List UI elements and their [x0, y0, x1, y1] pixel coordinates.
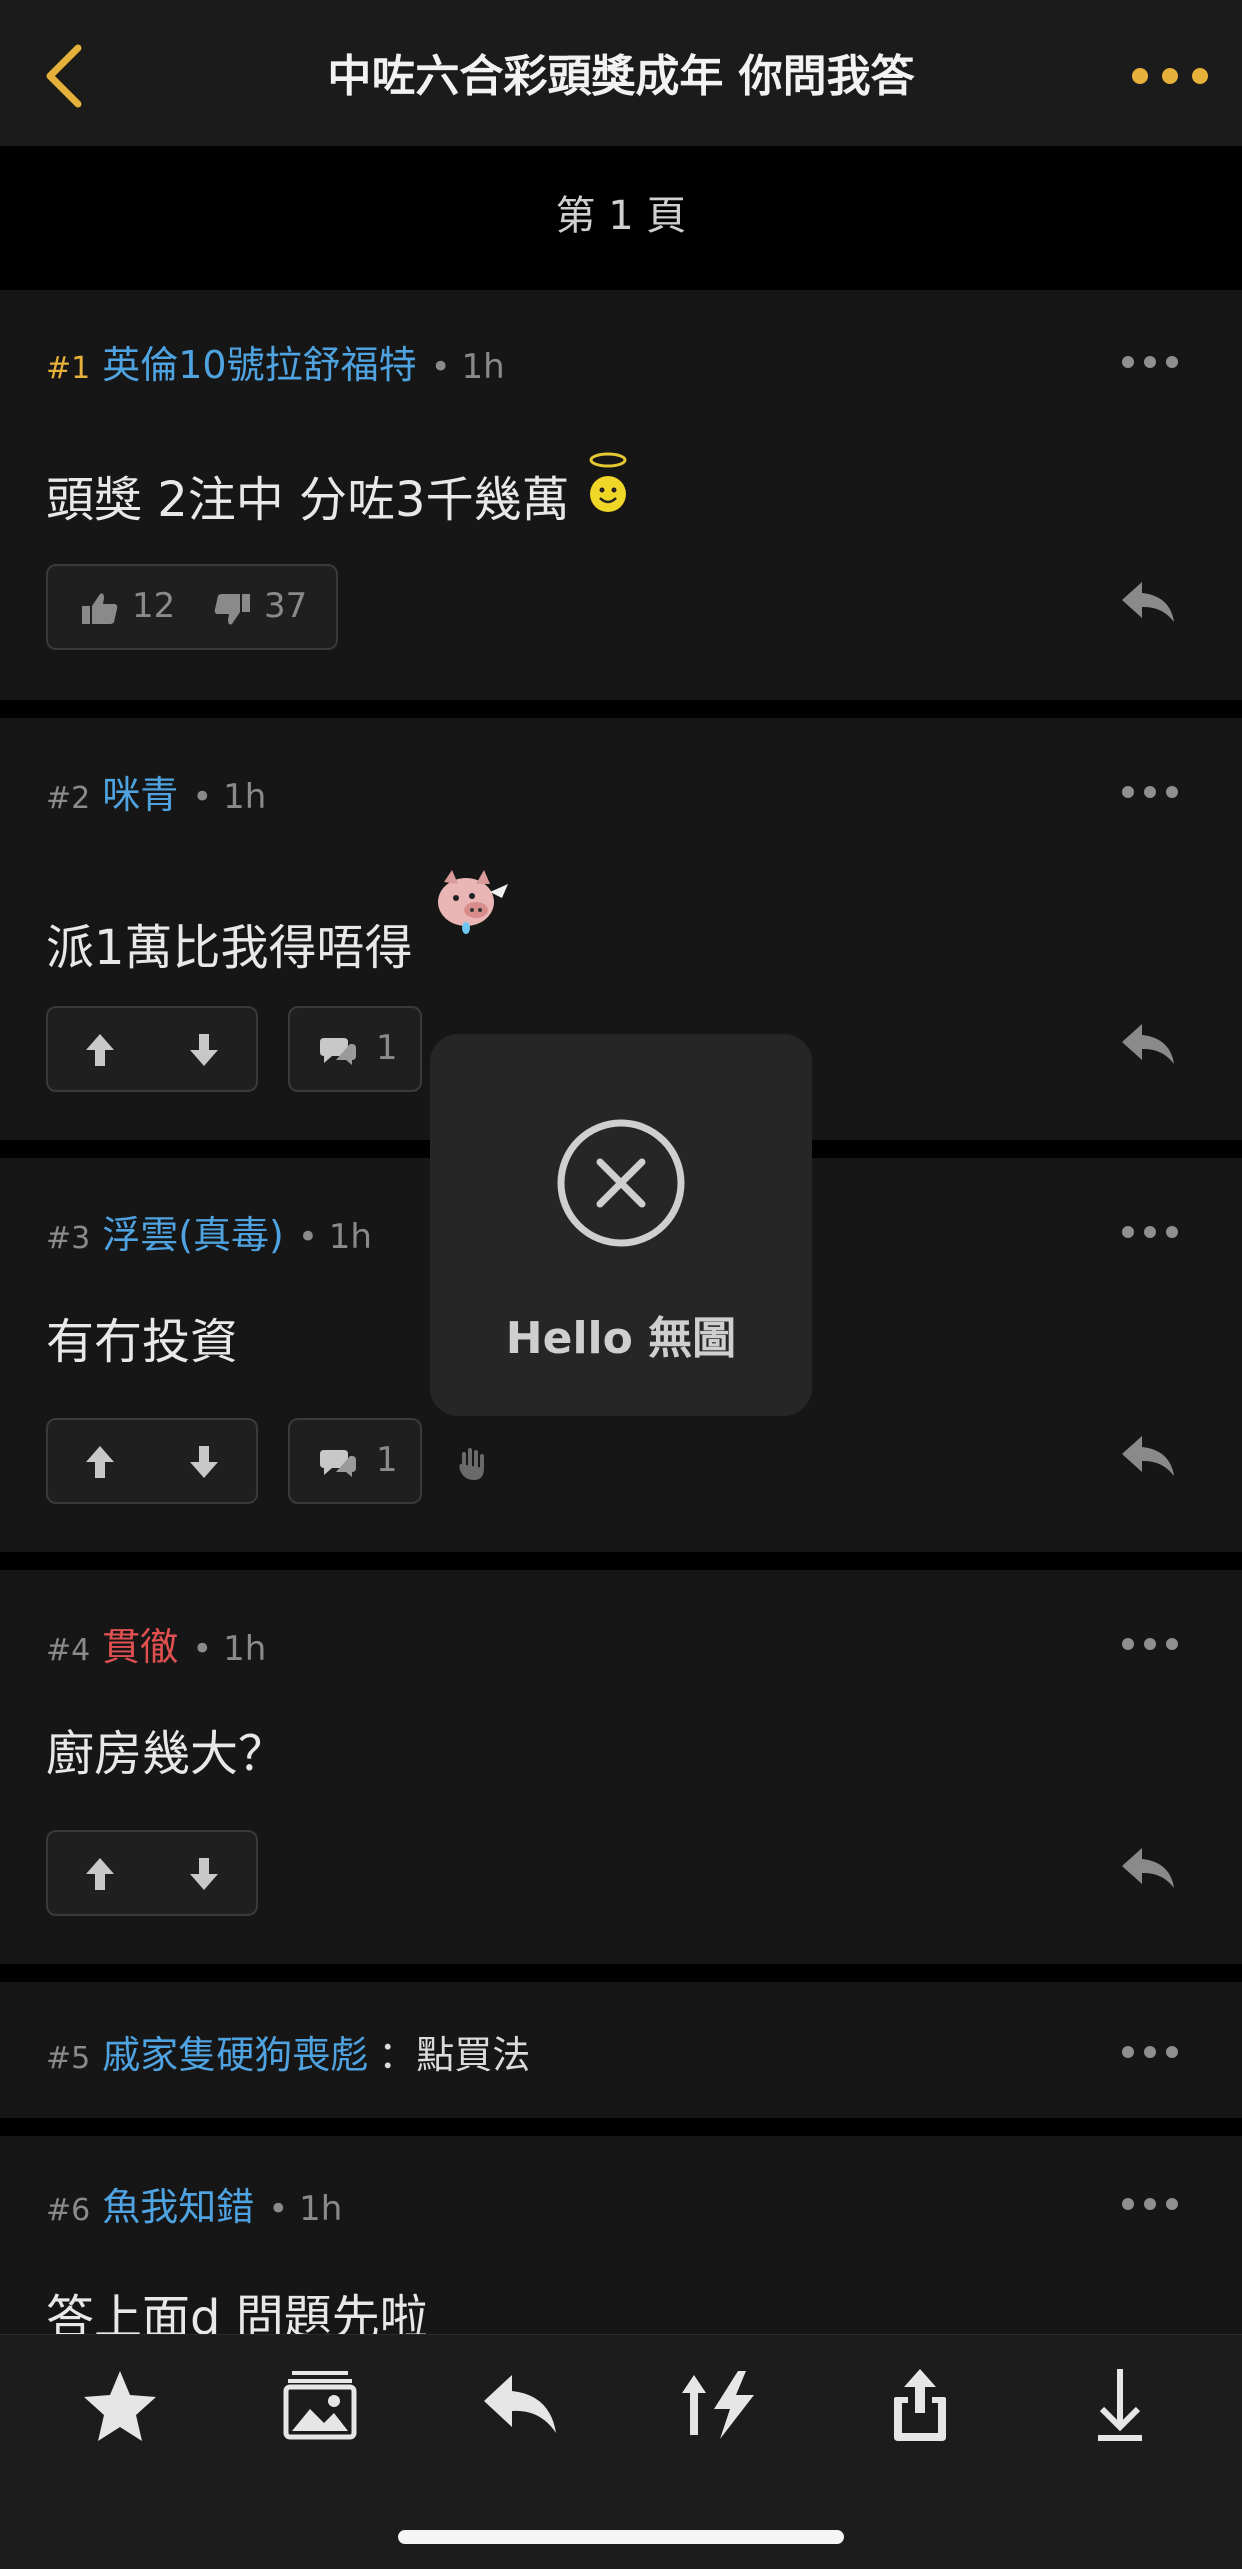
no-image-toast: Hello 無圖	[430, 1034, 812, 1416]
post-number: #5	[46, 2041, 91, 2076]
post-card: #1 英倫10號拉舒福特 • 1h 頭獎 2注中 分咗3千幾萬 12 37	[0, 290, 1242, 700]
vote-box	[46, 1006, 258, 1092]
post-card-collapsed[interactable]: #5 戚家隻硬狗喪彪 ：點買法	[0, 1982, 1242, 2118]
username[interactable]: 魚我知錯	[102, 2185, 254, 2229]
up-arrow-icon[interactable]	[86, 1446, 114, 1478]
up-arrow-icon[interactable]	[86, 1034, 114, 1066]
vote-box	[46, 1418, 258, 1504]
post-time: • 1h	[192, 777, 267, 817]
post-meta: #2 咪青 • 1h	[46, 764, 266, 819]
username[interactable]: 貫徹	[102, 1625, 178, 1669]
post-number: #2	[46, 781, 91, 816]
post-meta: #5 戚家隻硬狗喪彪 ：點買法	[46, 2024, 530, 2079]
close-circle-icon	[557, 1119, 685, 1247]
home-indicator[interactable]	[398, 2530, 844, 2544]
username[interactable]: 咪青	[102, 773, 178, 817]
lightning-sort-icon[interactable]	[680, 2365, 760, 2445]
post-text: 頭獎 2注中 分咗3千幾萬	[46, 472, 570, 528]
post-time: • 1h	[268, 2189, 343, 2229]
post-text: 廚房幾大？	[46, 1726, 287, 1782]
download-icon[interactable]	[1080, 2365, 1160, 2445]
post-time: • 1h	[192, 1629, 267, 1669]
post-meta: #3 浮雲(真毒) • 1h	[46, 1204, 372, 1259]
username[interactable]: 戚家隻硬狗喪彪	[102, 2033, 368, 2077]
up-arrow-icon[interactable]	[86, 1858, 114, 1890]
post-number: #3	[46, 1221, 91, 1256]
more-icon-dot	[1192, 68, 1208, 84]
vote-box	[46, 1830, 258, 1916]
star-icon[interactable]	[80, 2365, 160, 2445]
post-meta: #1 英倫10號拉舒福特 • 1h	[46, 334, 505, 389]
post-more-button[interactable]	[1122, 352, 1178, 372]
toast-text: Hello 無圖	[505, 1313, 737, 1364]
pig-emoji-icon	[437, 870, 508, 934]
reply-count: 1	[376, 1028, 398, 1068]
reply-icon[interactable]	[1118, 1432, 1178, 1480]
vote-box: 12 37	[46, 564, 338, 650]
down-arrow-icon[interactable]	[190, 1446, 218, 1478]
comment-button[interactable]: 1	[288, 1006, 422, 1092]
thumbs-up-icon[interactable]	[82, 592, 118, 626]
post-more-button[interactable]	[1122, 1634, 1178, 1654]
comment-icon	[320, 1038, 356, 1065]
post-content: 頭獎 2注中 分咗3千幾萬	[46, 450, 631, 530]
post-more-button[interactable]	[1122, 2194, 1178, 2214]
post-inline-text: ：點買法	[378, 2033, 531, 2077]
thread-title: 中咗六合彩頭獎成年 你問我答	[327, 51, 915, 102]
post-more-button[interactable]	[1122, 1222, 1178, 1242]
post-time: • 1h	[297, 1217, 372, 1257]
post-card: #4 貫徹 • 1h 廚房幾大？	[0, 1570, 1242, 1964]
angel-emoji-icon	[589, 452, 627, 512]
post-time: • 1h	[430, 347, 505, 387]
post-number: #4	[46, 1633, 91, 1668]
post-text: 有冇投資	[46, 1314, 239, 1370]
more-icon	[1132, 68, 1148, 84]
top-bar: 中咗六合彩頭獎成年 你問我答	[0, 0, 1242, 147]
post-content: 派1萬比我得唔得	[46, 866, 512, 976]
post-meta: #4 貫徹 • 1h	[46, 1616, 266, 1671]
more-options-button[interactable]	[1132, 56, 1212, 96]
hand-icon[interactable]	[456, 1446, 488, 1482]
reply-all-icon[interactable]	[480, 2365, 560, 2445]
down-arrow-icon[interactable]	[190, 1034, 218, 1066]
reply-count: 1	[376, 1440, 398, 1480]
share-icon[interactable]	[880, 2365, 960, 2445]
reply-icon[interactable]	[1118, 578, 1178, 626]
thumbs-down-icon[interactable]	[214, 594, 250, 628]
post-more-button[interactable]	[1122, 782, 1178, 802]
comment-button[interactable]: 1	[288, 1418, 422, 1504]
more-icon-dot	[1162, 68, 1178, 84]
comment-icon	[320, 1450, 356, 1477]
post-more-button[interactable]	[1122, 2042, 1178, 2062]
dislike-count: 37	[264, 586, 308, 626]
like-count: 12	[132, 586, 176, 626]
gallery-icon[interactable]	[280, 2365, 360, 2445]
page-indicator: 第 1 頁	[0, 146, 1242, 286]
username[interactable]: 英倫10號拉舒福特	[102, 343, 416, 387]
username[interactable]: 浮雲(真毒)	[102, 1213, 284, 1257]
reply-icon[interactable]	[1118, 1020, 1178, 1068]
post-meta: #6 魚我知錯 • 1h	[46, 2176, 342, 2231]
post-number: #6	[46, 2193, 91, 2228]
reply-icon[interactable]	[1118, 1844, 1178, 1892]
down-arrow-icon[interactable]	[190, 1858, 218, 1890]
post-number: #1	[46, 351, 91, 386]
post-text: 派1萬比我得唔得	[46, 920, 413, 976]
